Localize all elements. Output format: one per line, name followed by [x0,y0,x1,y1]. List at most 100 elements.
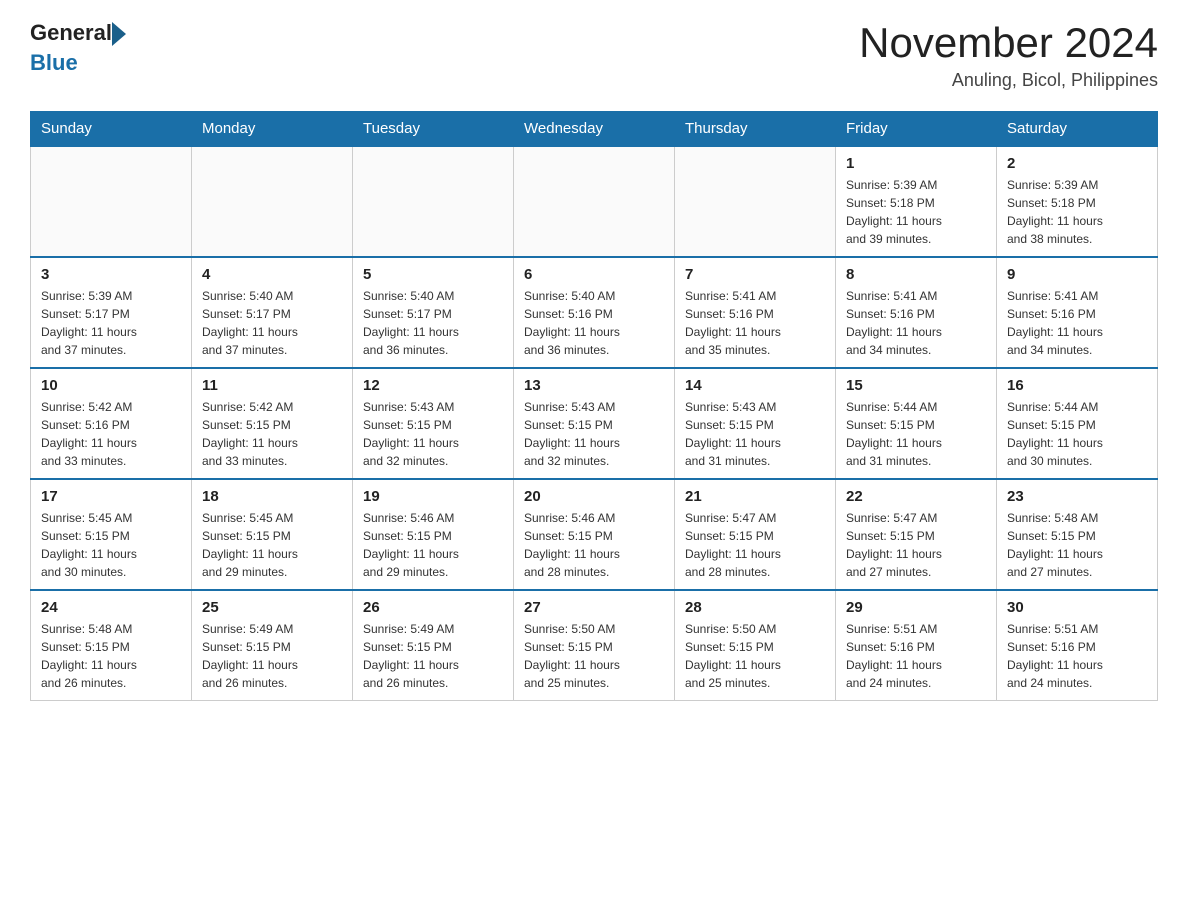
day-info: Sunrise: 5:43 AM Sunset: 5:15 PM Dayligh… [524,398,664,470]
calendar-cell: 17 Sunrise: 5:45 AM Sunset: 5:15 PM Dayli… [31,479,192,590]
calendar-cell: 28 Sunrise: 5:50 AM Sunset: 5:15 PM Dayli… [675,590,836,701]
weekday-header-thursday: Thursday [675,112,836,147]
title-block: November 2024 Anuling, Bicol, Philippine… [859,20,1158,91]
week-row-1: 1 Sunrise: 5:39 AM Sunset: 5:18 PM Daylig… [31,146,1158,257]
day-number: 26 [363,599,503,616]
day-number: 3 [41,266,181,283]
calendar-cell [514,146,675,257]
day-number: 15 [846,377,986,394]
day-info: Sunrise: 5:49 AM Sunset: 5:15 PM Dayligh… [363,620,503,692]
calendar-cell: 25 Sunrise: 5:49 AM Sunset: 5:15 PM Dayli… [192,590,353,701]
calendar-cell: 26 Sunrise: 5:49 AM Sunset: 5:15 PM Dayli… [353,590,514,701]
day-info: Sunrise: 5:46 AM Sunset: 5:15 PM Dayligh… [363,509,503,581]
day-number: 11 [202,377,342,394]
day-number: 25 [202,599,342,616]
day-number: 24 [41,599,181,616]
day-info: Sunrise: 5:42 AM Sunset: 5:16 PM Dayligh… [41,398,181,470]
weekday-header-friday: Friday [836,112,997,147]
calendar-cell: 2 Sunrise: 5:39 AM Sunset: 5:18 PM Daylig… [997,146,1158,257]
day-number: 21 [685,488,825,505]
week-row-4: 17 Sunrise: 5:45 AM Sunset: 5:15 PM Dayli… [31,479,1158,590]
calendar-cell: 1 Sunrise: 5:39 AM Sunset: 5:18 PM Daylig… [836,146,997,257]
logo-arrow-icon [112,22,126,46]
day-number: 12 [363,377,503,394]
day-number: 1 [846,155,986,172]
day-number: 9 [1007,266,1147,283]
day-number: 17 [41,488,181,505]
day-number: 4 [202,266,342,283]
calendar-cell: 27 Sunrise: 5:50 AM Sunset: 5:15 PM Dayli… [514,590,675,701]
day-info: Sunrise: 5:44 AM Sunset: 5:15 PM Dayligh… [846,398,986,470]
logo-content: General Blue [30,20,126,76]
day-number: 7 [685,266,825,283]
calendar-cell: 22Sunrise: 5:47 AM Sunset: 5:15 PM Dayli… [836,479,997,590]
day-info: Sunrise: 5:45 AM Sunset: 5:15 PM Dayligh… [202,509,342,581]
day-number: 2 [1007,155,1147,172]
weekday-header-row: SundayMondayTuesdayWednesdayThursdayFrid… [31,112,1158,147]
weekday-header-tuesday: Tuesday [353,112,514,147]
calendar-cell: 24Sunrise: 5:48 AM Sunset: 5:15 PM Dayli… [31,590,192,701]
day-info: Sunrise: 5:46 AM Sunset: 5:15 PM Dayligh… [524,509,664,581]
calendar-cell: 4 Sunrise: 5:40 AM Sunset: 5:17 PM Daylig… [192,257,353,368]
calendar-cell [675,146,836,257]
calendar-cell: 19Sunrise: 5:46 AM Sunset: 5:15 PM Dayli… [353,479,514,590]
day-info: Sunrise: 5:39 AM Sunset: 5:18 PM Dayligh… [846,176,986,248]
day-info: Sunrise: 5:45 AM Sunset: 5:15 PM Dayligh… [41,509,181,581]
day-info: Sunrise: 5:41 AM Sunset: 5:16 PM Dayligh… [1007,287,1147,359]
day-info: Sunrise: 5:39 AM Sunset: 5:17 PM Dayligh… [41,287,181,359]
calendar-cell: 23 Sunrise: 5:48 AM Sunset: 5:15 PM Dayli… [997,479,1158,590]
calendar-cell: 18Sunrise: 5:45 AM Sunset: 5:15 PM Dayli… [192,479,353,590]
day-number: 27 [524,599,664,616]
calendar-cell: 9 Sunrise: 5:41 AM Sunset: 5:16 PM Daylig… [997,257,1158,368]
calendar-cell: 30Sunrise: 5:51 AM Sunset: 5:16 PM Dayli… [997,590,1158,701]
day-info: Sunrise: 5:40 AM Sunset: 5:17 PM Dayligh… [202,287,342,359]
calendar-table: SundayMondayTuesdayWednesdayThursdayFrid… [30,111,1158,701]
day-info: Sunrise: 5:40 AM Sunset: 5:17 PM Dayligh… [363,287,503,359]
day-info: Sunrise: 5:50 AM Sunset: 5:15 PM Dayligh… [524,620,664,692]
calendar-cell [31,146,192,257]
calendar-cell: 3 Sunrise: 5:39 AM Sunset: 5:17 PM Daylig… [31,257,192,368]
calendar-cell: 11 Sunrise: 5:42 AM Sunset: 5:15 PM Dayli… [192,368,353,479]
calendar-cell: 29Sunrise: 5:51 AM Sunset: 5:16 PM Dayli… [836,590,997,701]
calendar-cell: 14Sunrise: 5:43 AM Sunset: 5:15 PM Dayli… [675,368,836,479]
calendar-cell [192,146,353,257]
day-number: 23 [1007,488,1147,505]
day-number: 6 [524,266,664,283]
day-info: Sunrise: 5:44 AM Sunset: 5:15 PM Dayligh… [1007,398,1147,470]
day-info: Sunrise: 5:47 AM Sunset: 5:15 PM Dayligh… [846,509,986,581]
day-info: Sunrise: 5:40 AM Sunset: 5:16 PM Dayligh… [524,287,664,359]
day-info: Sunrise: 5:50 AM Sunset: 5:15 PM Dayligh… [685,620,825,692]
weekday-header-saturday: Saturday [997,112,1158,147]
day-info: Sunrise: 5:48 AM Sunset: 5:15 PM Dayligh… [1007,509,1147,581]
day-info: Sunrise: 5:41 AM Sunset: 5:16 PM Dayligh… [685,287,825,359]
day-info: Sunrise: 5:41 AM Sunset: 5:16 PM Dayligh… [846,287,986,359]
calendar-cell: 10 Sunrise: 5:42 AM Sunset: 5:16 PM Dayli… [31,368,192,479]
weekday-header-sunday: Sunday [31,112,192,147]
month-year-title: November 2024 [859,20,1158,66]
logo: General Blue [30,20,126,76]
day-info: Sunrise: 5:51 AM Sunset: 5:16 PM Dayligh… [846,620,986,692]
logo-text-general: General [30,20,112,46]
calendar-cell: 6 Sunrise: 5:40 AM Sunset: 5:16 PM Daylig… [514,257,675,368]
day-info: Sunrise: 5:49 AM Sunset: 5:15 PM Dayligh… [202,620,342,692]
weekday-header-wednesday: Wednesday [514,112,675,147]
calendar-cell [353,146,514,257]
day-number: 20 [524,488,664,505]
day-number: 16 [1007,377,1147,394]
logo-text-blue: Blue [30,50,126,76]
week-row-3: 10 Sunrise: 5:42 AM Sunset: 5:16 PM Dayli… [31,368,1158,479]
day-number: 30 [1007,599,1147,616]
day-number: 14 [685,377,825,394]
day-number: 13 [524,377,664,394]
week-row-5: 24Sunrise: 5:48 AM Sunset: 5:15 PM Dayli… [31,590,1158,701]
day-info: Sunrise: 5:42 AM Sunset: 5:15 PM Dayligh… [202,398,342,470]
day-info: Sunrise: 5:39 AM Sunset: 5:18 PM Dayligh… [1007,176,1147,248]
calendar-cell: 20 Sunrise: 5:46 AM Sunset: 5:15 PM Dayli… [514,479,675,590]
day-number: 10 [41,377,181,394]
calendar-cell: 21Sunrise: 5:47 AM Sunset: 5:15 PM Dayli… [675,479,836,590]
day-info: Sunrise: 5:43 AM Sunset: 5:15 PM Dayligh… [363,398,503,470]
day-number: 28 [685,599,825,616]
calendar-cell: 16 Sunrise: 5:44 AM Sunset: 5:15 PM Dayli… [997,368,1158,479]
calendar-cell: 5Sunrise: 5:40 AM Sunset: 5:17 PM Daylig… [353,257,514,368]
weekday-header-monday: Monday [192,112,353,147]
